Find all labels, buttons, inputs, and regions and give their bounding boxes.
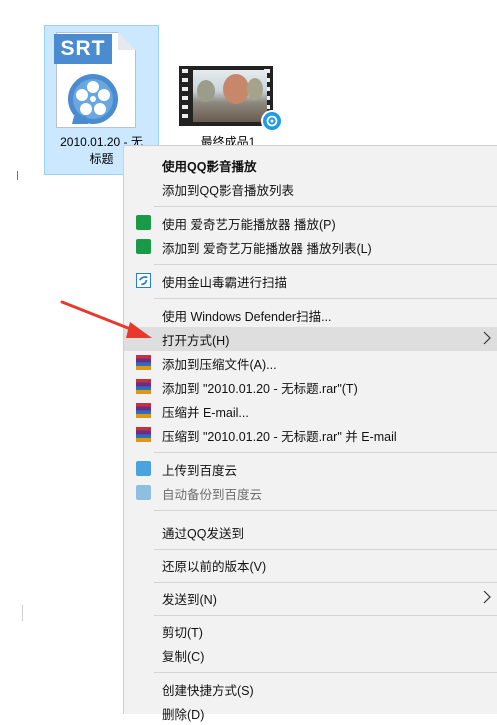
menu-item-label: 剪切(T) [162, 625, 203, 640]
menu-item-label: 删除(D) [162, 707, 205, 722]
menu-separator [154, 298, 497, 299]
chevron-right-icon [483, 331, 491, 345]
baidu-cloud-icon [136, 485, 151, 500]
menu-item-upload-baidu[interactable]: 上传到百度云 [124, 457, 497, 481]
menu-separator [154, 582, 497, 583]
film-reel-icon [68, 74, 118, 124]
menu-separator [154, 549, 497, 550]
menu-item-label: 添加到QQ影音播放列表 [162, 183, 294, 198]
red-arrow-annotation-icon [60, 300, 152, 338]
menu-separator [154, 452, 497, 453]
desktop: SRT 2010.01.20 - 无 标题 最终成品1 使用QQ影音播放 添加到… [0, 0, 497, 722]
menu-item-delete[interactable]: 删除(D) [124, 701, 497, 725]
menu-item-play-qq[interactable]: 使用QQ影音播放 [124, 153, 497, 177]
menu-item-label: 添加到压缩文件(A)... [162, 357, 277, 372]
filmstrip-frame [179, 66, 273, 126]
menu-item-label: 打开方式(H) [162, 333, 230, 348]
menu-item-add-iqiyi-playlist[interactable]: 添加到 爱奇艺万能播放器 播放列表(L) [124, 235, 497, 259]
menu-item-label: 通过QQ发送到 [162, 526, 244, 541]
kingsoft-antivirus-icon [136, 273, 151, 288]
film-holes-left [182, 69, 188, 123]
menu-item-kingsoft-scan[interactable]: 使用金山毒霸进行扫描 [124, 269, 497, 293]
media-player-badge-icon [261, 110, 283, 132]
menu-separator [154, 672, 497, 673]
menu-item-label: 压缩到 "2010.01.20 - 无标题.rar" 并 E-mail [162, 429, 397, 444]
menu-item-label: 使用金山毒霸进行扫描 [162, 275, 288, 290]
menu-item-send-to[interactable]: 发送到(N) [124, 586, 497, 610]
menu-separator [154, 615, 497, 616]
menu-item-label: 使用 爱奇艺万能播放器 播放(P) [162, 217, 336, 232]
iqiyi-icon [136, 239, 151, 254]
cursor-mark [17, 171, 18, 180]
menu-item-add-archive[interactable]: 添加到压缩文件(A)... [124, 351, 497, 375]
menu-item-label: 还原以前的版本(V) [162, 559, 267, 574]
page-fold-icon [118, 32, 136, 50]
iqiyi-icon [136, 215, 151, 230]
menu-separator [154, 206, 497, 207]
divider-mark [22, 605, 23, 621]
menu-item-send-qq[interactable]: 通过QQ发送到 [124, 520, 497, 544]
menu-item-add-qq-playlist[interactable]: 添加到QQ影音播放列表 [124, 177, 497, 201]
menu-item-add-to-rar[interactable]: 添加到 "2010.01.20 - 无标题.rar"(T) [124, 375, 497, 399]
menu-item-label: 压缩并 E-mail... [162, 405, 249, 420]
menu-item-open-with[interactable]: 打开方式(H) [124, 327, 497, 351]
menu-item-restore-versions[interactable]: 还原以前的版本(V) [124, 553, 497, 577]
menu-separator [154, 510, 497, 511]
menu-item-copy[interactable]: 复制(C) [124, 643, 497, 667]
menu-item-backup-baidu[interactable]: 自动备份到百度云 [124, 481, 497, 505]
menu-item-create-shortcut[interactable]: 创建快捷方式(S) [124, 677, 497, 701]
thumbnail-tree [223, 74, 249, 104]
menu-item-cut[interactable]: 剪切(T) [124, 619, 497, 643]
menu-item-compress-email[interactable]: 压缩并 E-mail... [124, 399, 497, 423]
menu-item-defender-scan[interactable]: 使用 Windows Defender扫描... [124, 303, 497, 327]
context-menu: 使用QQ影音播放 添加到QQ影音播放列表 使用 爱奇艺万能播放器 播放(P) 添… [123, 145, 497, 722]
menu-item-label: 发送到(N) [162, 592, 217, 607]
menu-item-label: 复制(C) [162, 649, 205, 664]
menu-item-label: 使用QQ影音播放 [162, 159, 257, 174]
baidu-cloud-icon [136, 461, 151, 476]
menu-item-compress-rar-email[interactable]: 压缩到 "2010.01.20 - 无标题.rar" 并 E-mail [124, 423, 497, 447]
menu-separator [154, 264, 497, 265]
thumbnail-tree [247, 78, 263, 100]
video-thumbnail [193, 70, 267, 122]
menu-item-label: 添加到 爱奇艺万能播放器 播放列表(L) [162, 241, 372, 256]
menu-item-play-iqiyi[interactable]: 使用 爱奇艺万能播放器 播放(P) [124, 211, 497, 235]
winrar-icon [136, 379, 151, 394]
srt-tag-label: SRT [54, 34, 112, 64]
menu-item-label: 添加到 "2010.01.20 - 无标题.rar"(T) [162, 381, 358, 396]
video-file-icon[interactable] [175, 66, 285, 132]
menu-item-label: 上传到百度云 [162, 463, 238, 478]
chevron-right-icon [483, 590, 491, 604]
menu-item-label: 创建快捷方式(S) [162, 683, 254, 698]
winrar-icon [136, 403, 151, 418]
winrar-icon [136, 355, 151, 370]
menu-item-label: 自动备份到百度云 [162, 487, 263, 502]
menu-item-label: 使用 Windows Defender扫描... [162, 309, 332, 324]
winrar-icon [136, 427, 151, 442]
thumbnail-tree [197, 80, 215, 102]
